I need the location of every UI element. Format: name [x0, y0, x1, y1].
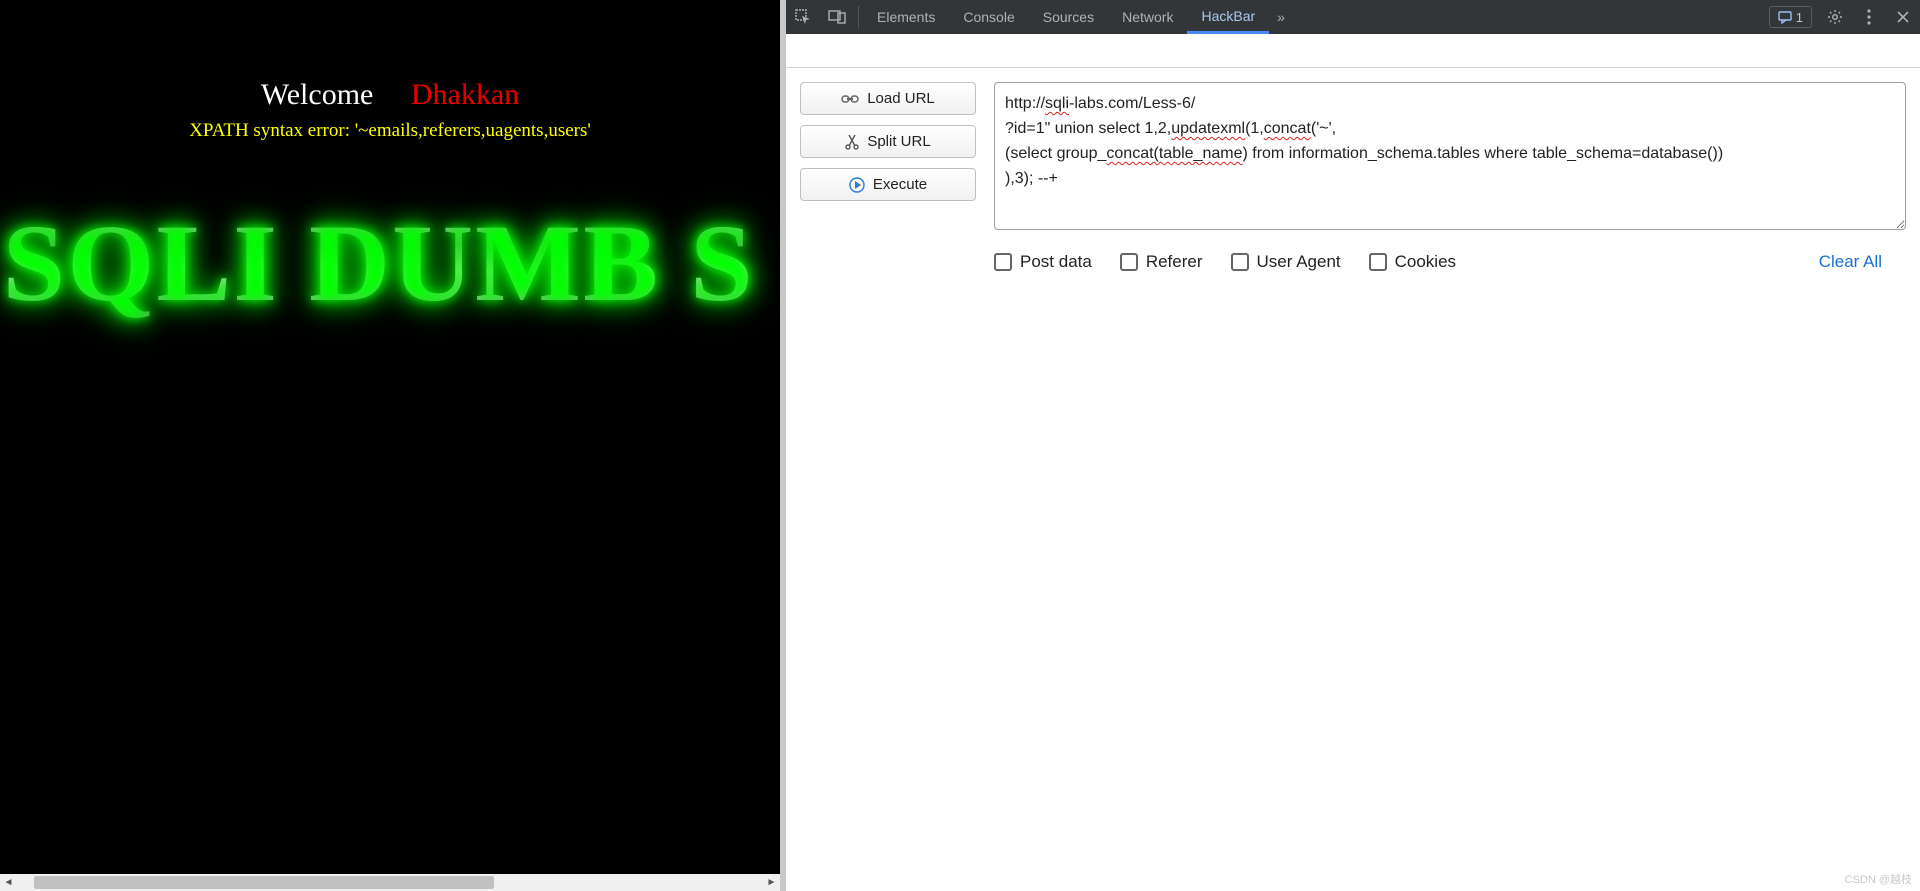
referer-checkbox[interactable]	[1120, 253, 1138, 271]
play-icon	[849, 177, 865, 193]
user-agent-label: User Agent	[1257, 252, 1341, 272]
more-icon[interactable]	[1852, 0, 1886, 34]
hackbar-button-column: Load URL Split URL Execute	[800, 82, 976, 230]
referer-label: Referer	[1146, 252, 1203, 272]
load-url-button[interactable]: Load URL	[800, 82, 976, 115]
execute-label: Execute	[873, 176, 927, 193]
tab-elements[interactable]: Elements	[863, 0, 949, 34]
kebab-icon	[1867, 9, 1871, 25]
device-toolbar-icon[interactable]	[820, 0, 854, 34]
clear-all-link[interactable]: Clear All	[1819, 252, 1900, 272]
scroll-thumb[interactable]	[34, 876, 494, 889]
inspect-element-icon[interactable]	[786, 0, 820, 34]
scroll-right-arrow[interactable]: ►	[763, 874, 780, 891]
tabs-overflow[interactable]: »	[1269, 0, 1293, 34]
post-data-checkbox[interactable]	[994, 253, 1012, 271]
post-data-label: Post data	[1020, 252, 1092, 272]
close-icon	[1896, 10, 1910, 24]
link-icon	[841, 92, 859, 106]
tab-network[interactable]: Network	[1108, 0, 1187, 34]
tab-hackbar[interactable]: HackBar	[1187, 0, 1269, 34]
banner-text: SQLI DUMB S	[3, 200, 755, 327]
split-url-button[interactable]: Split URL	[800, 125, 976, 158]
scroll-track[interactable]	[17, 874, 763, 891]
cookies-label: Cookies	[1395, 252, 1456, 272]
devtools-secondary-bar	[786, 34, 1920, 68]
close-devtools-icon[interactable]	[1886, 0, 1920, 34]
split-url-label: Split URL	[867, 133, 930, 150]
user-agent-option[interactable]: User Agent	[1231, 252, 1341, 272]
scissors-icon	[845, 134, 859, 150]
horizontal-scrollbar[interactable]: ◄ ►	[0, 874, 780, 891]
user-name: Dhakkan	[411, 78, 519, 111]
cookies-option[interactable]: Cookies	[1369, 252, 1456, 272]
cookies-checkbox[interactable]	[1369, 253, 1387, 271]
error-message: XPATH syntax error: '~emails,referers,ua…	[189, 120, 591, 142]
devtools-tabbar: Elements Console Sources Network HackBar…	[786, 0, 1920, 34]
message-count-value: 1	[1796, 10, 1803, 25]
hackbar-options-row: Post data Referer User Agent Cookies Cle…	[786, 230, 1920, 272]
watermark: CSDN @越枝	[1845, 871, 1912, 887]
tabbar-separator	[858, 6, 859, 28]
welcome-text: Welcome	[261, 78, 374, 111]
post-data-option[interactable]: Post data	[994, 252, 1092, 272]
welcome-heading: Welcome Dhakkan	[261, 78, 519, 112]
settings-icon[interactable]	[1818, 0, 1852, 34]
user-agent-checkbox[interactable]	[1231, 253, 1249, 271]
referer-option[interactable]: Referer	[1120, 252, 1203, 272]
execute-button[interactable]: Execute	[800, 168, 976, 201]
tab-sources[interactable]: Sources	[1029, 0, 1108, 34]
url-input[interactable]: http://sqli-labs.com/Less-6/?id=1" union…	[994, 82, 1906, 230]
tab-console[interactable]: Console	[949, 0, 1028, 34]
load-url-label: Load URL	[867, 90, 935, 107]
devtools-panel: Elements Console Sources Network HackBar…	[786, 0, 1920, 891]
webpage-viewport: Welcome Dhakkan XPATH syntax error: '~em…	[0, 0, 780, 891]
console-message-count[interactable]: 1	[1769, 6, 1812, 28]
scroll-left-arrow[interactable]: ◄	[0, 874, 17, 891]
message-icon	[1778, 10, 1792, 24]
gear-icon	[1827, 9, 1843, 25]
